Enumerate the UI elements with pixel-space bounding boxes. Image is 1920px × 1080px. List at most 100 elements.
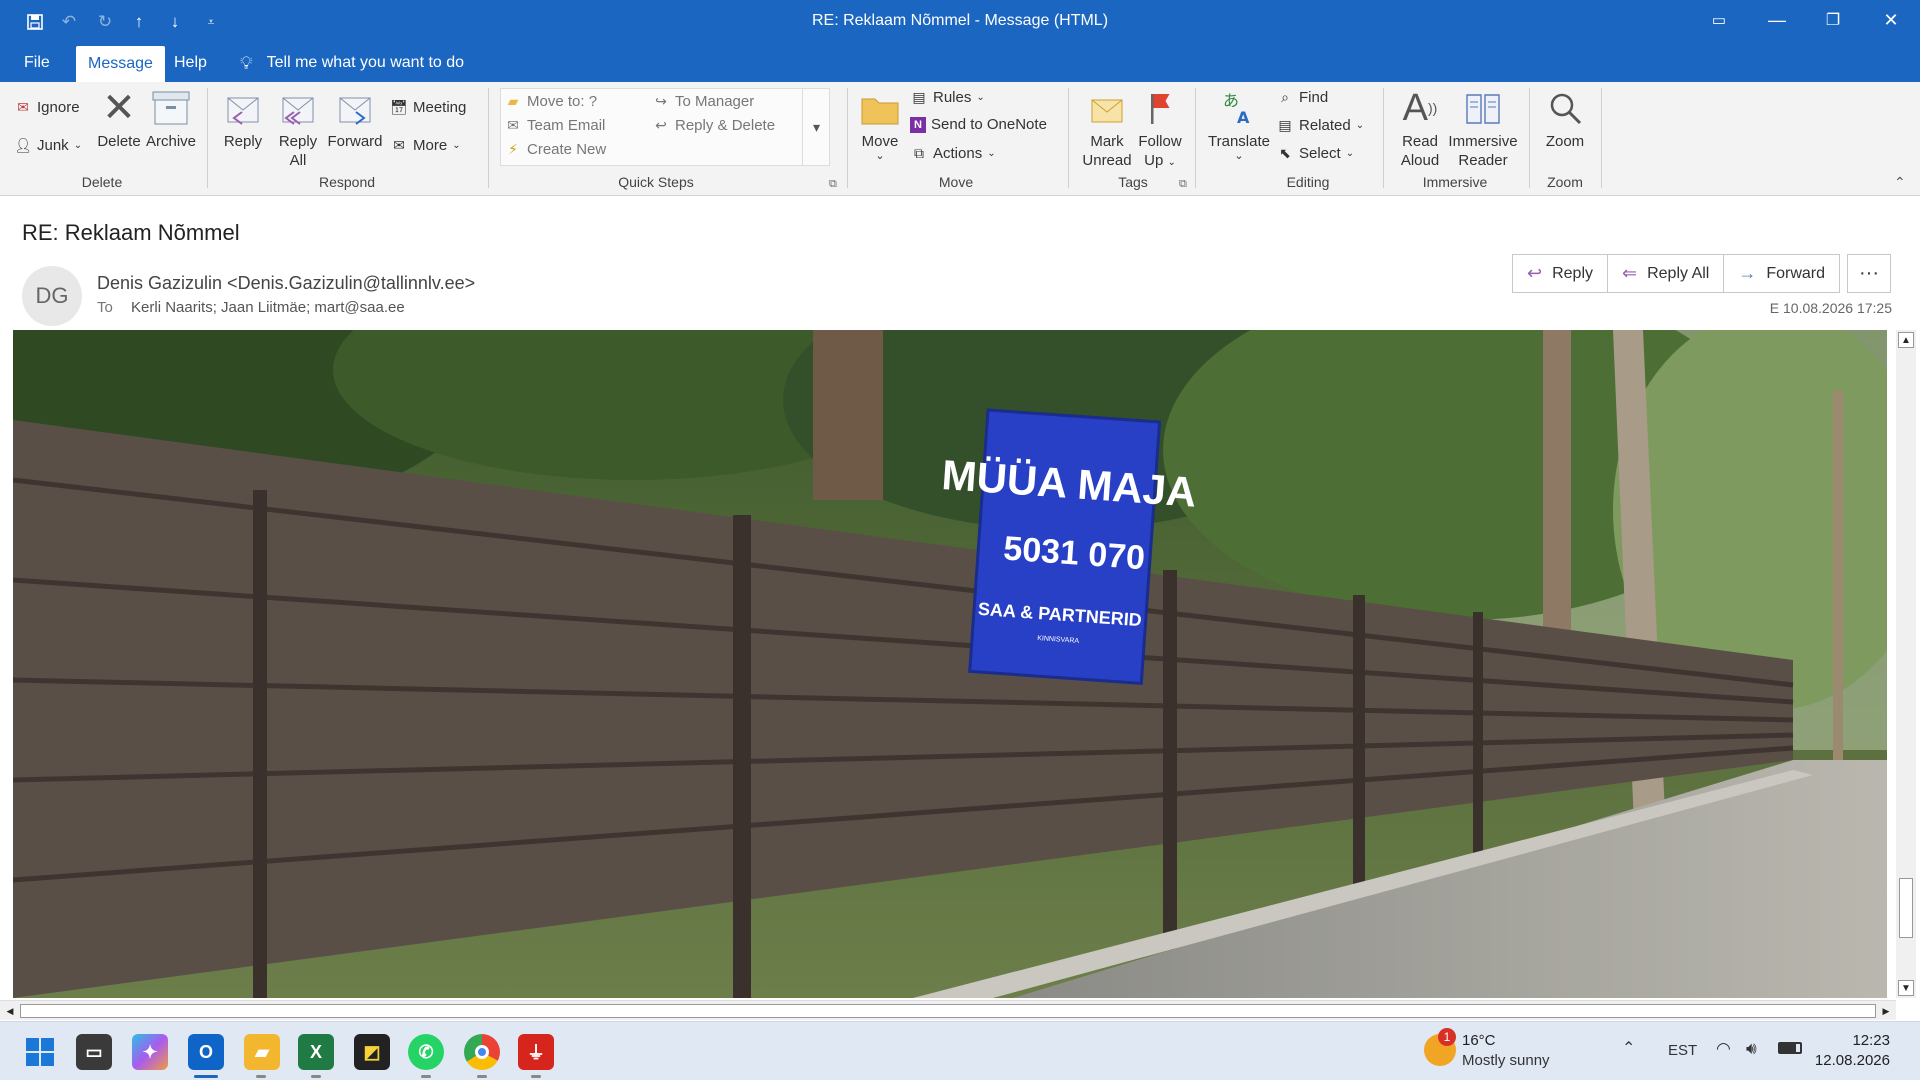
sender[interactable]: Denis Gazizulin <Denis.Gazizulin@tallinn… (97, 273, 475, 294)
horizontal-scroll-thumb[interactable] (20, 1004, 1876, 1018)
ribbon-divider (207, 88, 208, 188)
quick-step-move-to[interactable]: ▰ Move to: ? (504, 92, 597, 110)
read-aloud-icon: A)) (1402, 86, 1438, 129)
chevron-down-icon: ⌄ (1355, 119, 1365, 131)
group-label-respond: Respond (318, 174, 376, 190)
start-windows-icon[interactable] (22, 1034, 58, 1070)
scroll-up-arrow-icon[interactable]: ▲ (1898, 332, 1914, 348)
weather-temperature[interactable]: 16°C (1462, 1032, 1496, 1049)
quick-step-create-new[interactable]: ⚡︎ Create New (504, 140, 606, 158)
horizontal-scrollbar[interactable]: ◀ ▶ (0, 1000, 1896, 1020)
actions-button[interactable]: ⧉ Actions ⌄ (910, 144, 996, 162)
select-button[interactable]: ⬉ Select ⌄ (1276, 144, 1354, 162)
tray-chevron-up-icon[interactable]: ⌃ (1622, 1038, 1635, 1058)
reply-button[interactable]: Reply (220, 88, 266, 151)
to-label: To (97, 299, 113, 316)
immersive-reader-button[interactable]: Immersive Reader (1446, 88, 1520, 170)
volume-icon[interactable]: 🔊︎ (1746, 1039, 1757, 1059)
more-respond-button[interactable]: ✉︎ More ⌄ (390, 136, 460, 154)
battery-icon[interactable] (1778, 1042, 1802, 1054)
lightning-icon: ⚡︎ (508, 140, 518, 157)
move-button[interactable]: Move ⌄ (858, 88, 902, 162)
related-button[interactable]: ▤ Related ⌄ (1276, 116, 1364, 134)
follow-up-button[interactable]: Follow Up ⌄ (1134, 88, 1186, 172)
close-icon[interactable]: ✕ (1866, 0, 1916, 40)
related-icon: ▤ (1278, 116, 1292, 133)
recipients[interactable]: Kerli Naarits; Jaan Liitmäe; mart@saa.ee (131, 299, 405, 316)
chrome-icon[interactable] (464, 1034, 500, 1070)
tell-me-search[interactable]: 💡︎ Tell me what you want to do (228, 44, 476, 82)
ignore-button[interactable]: ✉︎ Ignore (14, 98, 79, 116)
outlook-icon[interactable]: O (188, 1034, 224, 1070)
copilot-icon[interactable]: ✦ (132, 1034, 168, 1070)
quick-steps-expand-icon[interactable]: ▾ (802, 88, 830, 166)
reply-all-action-button[interactable]: ⇐ Reply All (1608, 255, 1725, 292)
excel-icon[interactable]: X (298, 1034, 334, 1070)
scroll-down-arrow-icon[interactable]: ▼ (1898, 980, 1914, 996)
quick-step-reply-delete[interactable]: ↩ Reply & Delete (652, 116, 775, 134)
group-label-zoom: Zoom (1547, 174, 1583, 190)
magnifier-icon (1545, 88, 1585, 128)
menu-bar: File Message Help 💡︎ Tell me what you wa… (0, 44, 1920, 82)
fence-photo: MÜÜA MAJA 5031 070 SAA & PARTNERID KINNI… (13, 330, 1887, 998)
app-indicator (477, 1075, 487, 1078)
read-aloud-button[interactable]: A)) Read Aloud (1394, 88, 1446, 170)
ribbon-display-icon[interactable]: ▭ (1694, 0, 1744, 40)
ribbon-divider (1068, 88, 1069, 188)
delete-button[interactable]: ✕ Delete (94, 88, 144, 151)
file-explorer-icon[interactable]: ▰ (244, 1034, 280, 1070)
search-icon: ⌕ (1281, 88, 1289, 105)
find-button[interactable]: ⌕ Find (1276, 88, 1328, 106)
message-photo: MÜÜA MAJA 5031 070 SAA & PARTNERID KINNI… (13, 330, 1887, 998)
wifi-icon[interactable]: ◠ (1716, 1039, 1731, 1059)
dialog-launcher-icon[interactable]: ⧉ (829, 178, 837, 191)
meeting-button[interactable]: 📅︎ Meeting (390, 98, 466, 116)
archive-button[interactable]: Archive (144, 88, 198, 151)
quick-step-to-manager[interactable]: ↪ To Manager (652, 92, 754, 110)
tab-file[interactable]: File (12, 44, 62, 82)
ribbon-divider (1601, 88, 1602, 188)
recipients-row: To Kerli Naarits; Jaan Liitmäe; mart@saa… (97, 299, 405, 316)
task-view-icon[interactable]: ▭ (76, 1034, 112, 1070)
collapse-ribbon-icon[interactable]: ⌃ (1894, 174, 1906, 191)
scroll-right-arrow-icon[interactable]: ▶ (1878, 1003, 1894, 1019)
mark-unread-button[interactable]: Mark Unread (1080, 88, 1134, 170)
clock-time[interactable]: 12:23 (1820, 1032, 1890, 1049)
clock-date[interactable]: 12.08.2026 (1810, 1052, 1890, 1069)
tab-help[interactable]: Help (162, 44, 219, 82)
forward-icon (335, 88, 375, 128)
quick-step-team-email[interactable]: ✉︎ Team Email (504, 116, 605, 134)
sticky-notes-icon[interactable]: ◩ (354, 1034, 390, 1070)
forward-action-button[interactable]: → Forward (1724, 255, 1839, 292)
vertical-scroll-thumb[interactable] (1899, 878, 1913, 938)
translate-button[interactable]: あA Translate ⌄ (1204, 88, 1274, 162)
group-label-quick-steps: Quick Steps (618, 174, 694, 190)
junk-button[interactable]: 👤︎ Junk ⌄ (14, 136, 82, 154)
reply-all-button[interactable]: Reply All (274, 88, 322, 170)
whatsapp-icon[interactable]: ✆ (408, 1034, 444, 1070)
rules-button[interactable]: ▤ Rules ⌄ (910, 88, 984, 106)
language-indicator[interactable]: EST (1668, 1042, 1697, 1059)
junk-icon: 👤︎ (14, 136, 32, 153)
restore-icon[interactable]: ❐ (1808, 0, 1858, 40)
reply-action-button[interactable]: ↩ Reply (1513, 255, 1608, 292)
ribbon-divider (488, 88, 489, 188)
acrobat-icon[interactable]: ⏚ (518, 1034, 554, 1070)
reply-icon: ↩ (1527, 263, 1543, 283)
folder-icon: ▰ (507, 92, 519, 109)
more-actions-button[interactable]: ··· (1847, 254, 1891, 293)
group-label-editing: Editing (1286, 174, 1330, 190)
dialog-launcher-icon[interactable]: ⧉ (1179, 178, 1187, 191)
tab-message[interactable]: Message (76, 46, 165, 82)
forward-button[interactable]: Forward (326, 88, 384, 151)
chevron-down-icon: ⌄ (987, 147, 996, 159)
zoom-button[interactable]: Zoom (1540, 88, 1590, 151)
scroll-left-arrow-icon[interactable]: ◀ (2, 1003, 18, 1019)
vertical-scrollbar[interactable]: ▲ ▼ (1896, 330, 1916, 998)
taskbar: ▭ ✦ O ▰ X ◩ ✆ ⏚ 1 16°C Mostly sunny ⌃ ES… (0, 1021, 1920, 1080)
ribbon-divider (847, 88, 848, 188)
weather-description[interactable]: Mostly sunny (1462, 1052, 1550, 1069)
delete-icon: ✕ (102, 85, 136, 130)
send-to-onenote-button[interactable]: N Send to OneNote (910, 116, 1047, 133)
minimize-icon[interactable]: — (1752, 0, 1802, 40)
